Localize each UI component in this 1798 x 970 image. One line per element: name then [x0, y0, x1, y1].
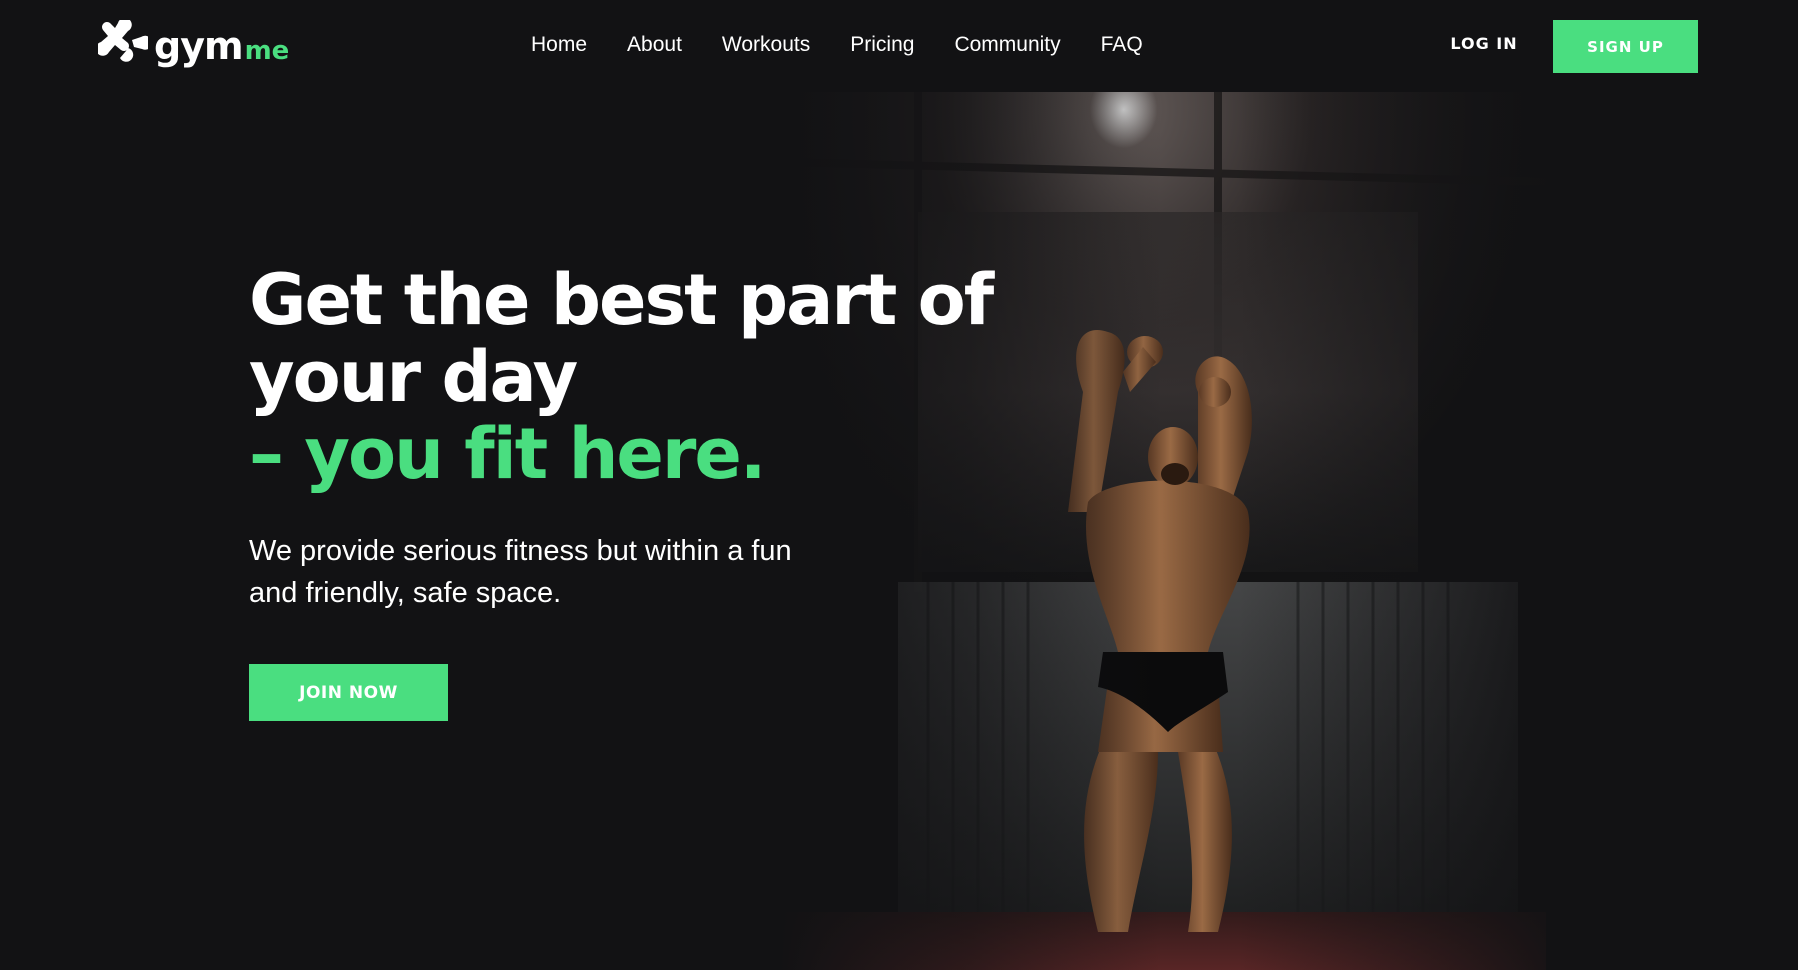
headline-accent: – you fit here. [249, 413, 766, 495]
brand-logo[interactable]: gym me [98, 20, 289, 72]
main-nav: Home About Workouts Pricing Community FA… [531, 32, 1143, 58]
dumbbell-knot-icon [98, 20, 148, 62]
brand-name-main: gym [154, 24, 244, 68]
nav-link-home[interactable]: Home [531, 32, 587, 58]
nav-link-pricing[interactable]: Pricing [850, 32, 914, 58]
signup-button[interactable]: SIGN UP [1553, 20, 1698, 73]
nav-link-faq[interactable]: FAQ [1101, 32, 1143, 58]
nav-link-community[interactable]: Community [954, 32, 1060, 58]
nav-link-workouts[interactable]: Workouts [722, 32, 810, 58]
site-header: gym me Home About Workouts Pricing Commu… [0, 0, 1798, 92]
headline-line-2: your day [249, 336, 578, 418]
join-now-button[interactable]: JOIN NOW [249, 664, 448, 721]
nav-link-about[interactable]: About [627, 32, 682, 58]
hero-section: Get the best part of your day – you fit … [249, 262, 1049, 614]
landing-page: gym me Home About Workouts Pricing Commu… [0, 0, 1798, 970]
headline-line-1: Get the best part of [249, 259, 994, 341]
brand-name-accent: me [244, 36, 290, 66]
login-button[interactable]: LOG IN [1424, 34, 1544, 58]
hero-subtext: We provide serious fitness but within a … [249, 535, 792, 609]
brand-wordmark: gym me [154, 24, 289, 68]
hero-headline: Get the best part of your day – you fit … [249, 262, 1049, 493]
